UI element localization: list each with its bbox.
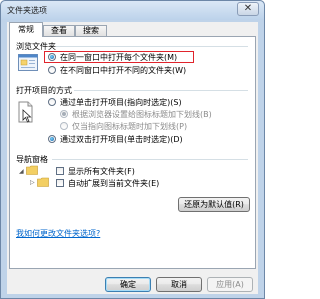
folder-options-dialog: 文件夹选项 ✕ 常规 查看 搜索 浏览文件夹 在同一窗口中打开每个文件夹(M) … — [0, 0, 265, 299]
group-separator — [74, 90, 248, 91]
general-tab-panel: 浏览文件夹 在同一窗口中打开每个文件夹(M) 在不同窗口中打开不同的文件夹(W)… — [9, 36, 256, 269]
help-link[interactable]: 我如何更改文件夹选项? — [16, 228, 100, 239]
tab-general[interactable]: 常规 — [9, 22, 43, 37]
single-click-label[interactable]: 通过单击打开项目(指向时选定)(S) — [60, 97, 182, 108]
ok-button[interactable]: 确定 — [105, 277, 151, 292]
nav-pane-title: 导航窗格 — [16, 155, 48, 164]
tab-view[interactable]: 查看 — [43, 25, 75, 36]
double-click-label[interactable]: 通过双击打开项目(单击时选定)(D) — [60, 134, 183, 145]
folder-icon — [26, 165, 38, 177]
close-button[interactable]: ✕ — [237, 2, 259, 16]
radio-single-click[interactable] — [48, 98, 56, 106]
radio-double-click[interactable] — [48, 135, 56, 143]
restore-defaults-button[interactable]: 还原为默认值(R) — [178, 197, 250, 212]
folder-icon — [37, 177, 49, 189]
dialog-client: 常规 查看 搜索 浏览文件夹 在同一窗口中打开每个文件夹(M) 在不同窗口中打开… — [7, 22, 258, 294]
group-separator — [52, 159, 248, 160]
tab-search[interactable]: 搜索 — [75, 25, 107, 36]
same-window-label[interactable]: 在同一窗口中打开每个文件夹(M) — [60, 52, 177, 63]
radio-underline-browser[interactable] — [60, 110, 68, 118]
tree-expanded-icon: ◢ — [19, 168, 24, 175]
checkbox-show-all-folders[interactable] — [56, 167, 64, 175]
browse-windows-icon — [18, 54, 38, 74]
click-items-title: 打开项目的方式 — [16, 86, 72, 95]
cancel-button[interactable]: 取消 — [156, 277, 202, 292]
close-icon: ✕ — [243, 3, 253, 14]
title-bar[interactable]: 文件夹选项 ✕ — [1, 1, 264, 20]
auto-expand-label[interactable]: 自动扩展到当前文件夹(E) — [68, 178, 159, 189]
window-title: 文件夹选项 — [7, 6, 47, 15]
underline-browser-label[interactable]: 根据浏览器设置给图标标题加下划线(B) — [72, 109, 212, 120]
checkbox-auto-expand[interactable] — [56, 179, 64, 187]
underline-hover-label[interactable]: 仅当指向图标标题时加下划线(P) — [72, 121, 187, 132]
tab-strip: 常规 查看 搜索 — [7, 22, 258, 37]
radio-underline-hover[interactable] — [60, 122, 68, 130]
show-all-folders-label[interactable]: 显示所有文件夹(F) — [68, 166, 135, 177]
apply-button[interactable]: 应用(A) — [207, 277, 253, 292]
group-separator — [56, 46, 248, 47]
radio-new-window[interactable] — [48, 66, 56, 74]
radio-same-window[interactable] — [48, 53, 56, 61]
click-items-icon — [18, 101, 34, 125]
tree-collapsed-icon: ▷ — [30, 179, 35, 186]
new-window-label[interactable]: 在不同窗口中打开不同的文件夹(W) — [60, 65, 186, 76]
